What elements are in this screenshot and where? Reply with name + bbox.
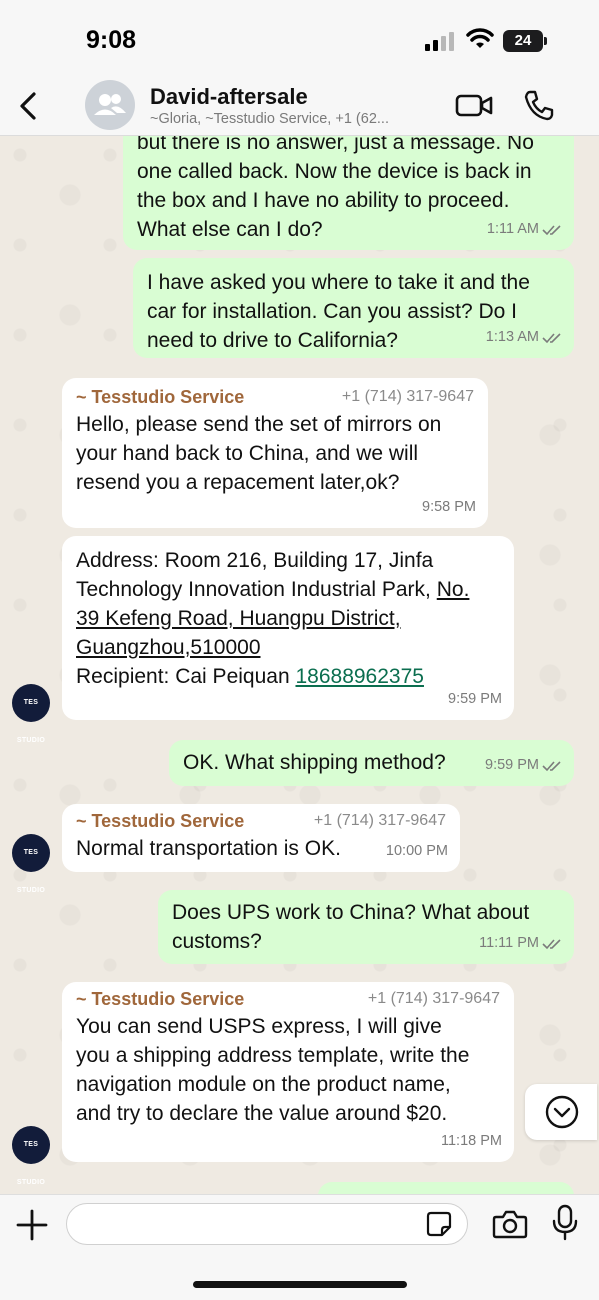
chevron-down-icon (545, 1095, 579, 1129)
recipient-label: Recipient: Cai Peiquan (76, 665, 290, 688)
message-text: You can send USPS express, I will give (76, 1015, 442, 1038)
message-text: navigation module on the product name, (76, 1073, 451, 1096)
sender-phone[interactable]: +1 (714) 317-9647 (368, 988, 500, 1010)
message-text: but there is no answer, just a message. … (137, 136, 534, 154)
message-text: car for installation. Can you assist? Do… (147, 300, 518, 323)
sender-avatar[interactable]: TES STUDIO (12, 834, 50, 894)
address-link[interactable]: Guangzhou,510000 (76, 633, 500, 662)
wifi-icon (466, 28, 494, 48)
group-icon (94, 94, 126, 115)
chat-title[interactable]: David-aftersale (150, 84, 308, 110)
message-text: the box and I have no ability to proceed… (137, 189, 510, 212)
scroll-to-bottom-button[interactable] (525, 1084, 597, 1140)
message-outgoing[interactable] (318, 1182, 574, 1194)
message-incoming[interactable]: ~ Tesstudio Service +1 (714) 317-9647 You… (62, 982, 514, 1162)
message-time: 9:59 PM (485, 757, 539, 773)
message-text: I have asked you where to take it and th… (147, 271, 530, 294)
message-time: 1:13 AM (485, 329, 539, 345)
message-text: your hand back to China, and we will (76, 442, 419, 465)
message-time: 11:11 PM (479, 935, 539, 951)
video-call-icon[interactable] (455, 90, 493, 120)
message-text: one called back. Now the device is back … (137, 160, 532, 183)
sender-name[interactable]: ~ Tesstudio Service (76, 988, 244, 1010)
message-text: Does UPS work to China? What about (172, 901, 530, 924)
message-time: 9:58 PM (422, 499, 476, 515)
back-arrow-icon[interactable] (14, 86, 44, 126)
message-outgoing[interactable]: I have asked you where to take it and th… (133, 258, 574, 358)
double-check-icon (542, 332, 561, 343)
sender-phone[interactable]: +1 (714) 317-9647 (342, 386, 474, 408)
signal-icon (425, 31, 457, 51)
address-link[interactable]: 39 Kefeng Road, Huangpu District, (76, 604, 500, 633)
phone-icon[interactable] (523, 88, 555, 122)
double-check-icon (542, 224, 561, 235)
group-avatar[interactable] (85, 80, 135, 130)
battery-tip (544, 37, 547, 45)
home-indicator (193, 1281, 407, 1288)
message-time: 11:18 PM (441, 1133, 502, 1149)
address-link[interactable]: No. (437, 578, 470, 601)
message-input[interactable] (66, 1203, 468, 1245)
message-text: resend you a repacement later,ok? (76, 471, 400, 494)
chat-members[interactable]: ~Gloria, ~Tesstudio Service, +1 (62... (150, 111, 389, 127)
message-outgoing[interactable]: OK. What shipping method? 9:59 PM (169, 740, 574, 786)
message-outgoing[interactable]: Does UPS work to China? What about custo… (158, 890, 574, 964)
message-time: 1:11 AM (486, 221, 539, 237)
message-time: 9:59 PM (448, 691, 502, 707)
message-text: you a shipping address template, write t… (76, 1044, 470, 1067)
message-text: Technology Innovation Industrial Park, (76, 578, 431, 601)
plus-icon[interactable] (14, 1207, 50, 1243)
status-time: 9:08 (86, 26, 137, 54)
message-incoming[interactable]: ~ Tesstudio Service +1 (714) 317-9647 Hel… (62, 378, 488, 528)
composer-bar (0, 1194, 599, 1300)
microphone-icon[interactable] (551, 1204, 579, 1242)
message-text: and try to declare the value around $20. (76, 1102, 448, 1125)
sender-avatar[interactable]: TES STUDIO (12, 684, 50, 744)
sender-name[interactable]: ~ Tesstudio Service (76, 386, 244, 408)
message-time: 10:00 PM (385, 843, 448, 859)
message-incoming[interactable]: ~ Tesstudio Service +1 (714) 317-9647 Nor… (62, 804, 460, 872)
message-list[interactable]: but there is no answer, just a message. … (0, 136, 599, 1194)
sticker-icon[interactable] (425, 1210, 453, 1238)
message-text: Hello, please send the set of mirrors on (76, 413, 442, 436)
sender-avatar[interactable]: TES STUDIO (12, 1126, 50, 1186)
message-outgoing[interactable]: but there is no answer, just a message. … (123, 136, 574, 250)
message-text: Address: Room 216, Building 17, Jinfa (76, 549, 434, 572)
double-check-icon (542, 938, 561, 949)
double-check-icon (542, 760, 561, 771)
sender-name[interactable]: ~ Tesstudio Service (76, 810, 244, 832)
battery-icon: 24 (503, 30, 543, 52)
camera-icon[interactable] (492, 1208, 528, 1240)
sender-phone[interactable]: +1 (714) 317-9647 (314, 810, 446, 832)
message-incoming[interactable]: Address: Room 216, Building 17, Jinfa Te… (62, 536, 514, 720)
phone-link[interactable]: 18688962375 (295, 665, 423, 688)
status-bar: 9:08 24 (0, 0, 599, 78)
chat-header: David-aftersale ~Gloria, ~Tesstudio Serv… (0, 78, 599, 136)
